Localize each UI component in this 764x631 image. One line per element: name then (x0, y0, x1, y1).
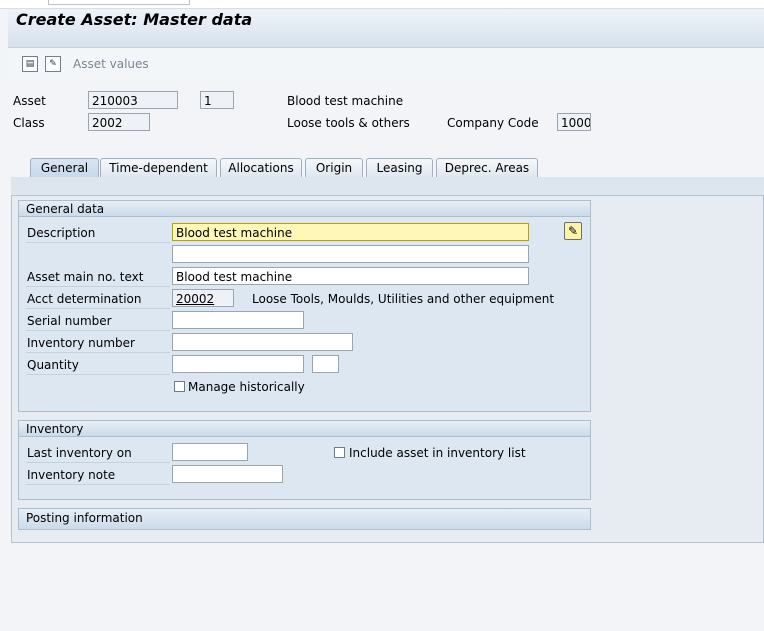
inventory-number-label: Inventory number (27, 336, 135, 350)
asset-main-text-label: Asset main no. text (27, 270, 144, 284)
serial-number-field[interactable] (172, 311, 304, 329)
tab-general[interactable]: General (30, 158, 99, 178)
row-divider (26, 330, 170, 331)
row-divider (26, 462, 170, 463)
asset-subnumber-field[interactable]: 1 (200, 91, 234, 109)
class-label: Class (13, 116, 45, 130)
class-field[interactable]: 2002 (88, 113, 150, 131)
acct-determination-field[interactable]: 20002 (172, 289, 234, 307)
asset-label: Asset (13, 94, 46, 108)
page-title: Create Asset: Master data (16, 10, 253, 29)
inventory-note-field[interactable] (172, 465, 283, 483)
last-inventory-label: Last inventory on (27, 446, 132, 460)
tab-panel-header (11, 177, 764, 196)
posting-information-title: Posting information (19, 509, 590, 529)
command-field[interactable] (48, 0, 190, 5)
inventory-note-label: Inventory note (27, 468, 116, 482)
acct-determination-label: Acct determination (27, 292, 142, 306)
asset-number-field[interactable]: 210003 (88, 91, 178, 109)
tab-allocations[interactable]: Allocations (220, 158, 302, 178)
row-divider (26, 308, 170, 309)
asset-values-button[interactable]: Asset values (73, 57, 149, 71)
asset-description-text: Blood test machine (287, 94, 404, 108)
inventory-title: Inventory (19, 421, 590, 437)
tab-leasing[interactable]: Leasing (366, 158, 433, 178)
row-divider (26, 374, 170, 375)
row-divider (26, 484, 170, 485)
class-description-text: Loose tools & others (287, 116, 410, 130)
edit-text-icon[interactable]: ✎ (564, 222, 582, 240)
asset-main-text-field[interactable]: Blood test machine (172, 267, 529, 285)
company-code-field[interactable]: 1000 (557, 113, 591, 131)
row-divider (26, 242, 170, 243)
inventory-group: Inventory (18, 420, 591, 500)
include-asset-label: Include asset in inventory list (349, 446, 526, 460)
row-divider (26, 352, 170, 353)
posting-information-group: Posting information (18, 508, 591, 530)
document-new-icon[interactable]: ✎ (45, 56, 61, 72)
document-icon[interactable]: ▤ (22, 56, 38, 72)
serial-number-label: Serial number (27, 314, 112, 328)
tab-deprec-areas[interactable]: Deprec. Areas (436, 158, 538, 178)
company-code-label: Company Code (447, 116, 539, 130)
quantity-field[interactable] (172, 355, 304, 373)
empty-area (8, 545, 764, 631)
inventory-number-field[interactable] (172, 333, 353, 351)
acct-determination-text: Loose Tools, Moulds, Utilities and other… (252, 292, 555, 306)
description-label: Description (27, 226, 96, 240)
row-divider (26, 286, 170, 287)
general-data-title: General data (19, 201, 590, 217)
description-line2-field[interactable] (172, 245, 529, 263)
quantity-label: Quantity (27, 358, 79, 372)
tab-time-dependent[interactable]: Time-dependent (100, 158, 217, 178)
last-inventory-field[interactable] (172, 443, 248, 461)
tab-origin[interactable]: Origin (305, 158, 363, 178)
include-asset-checkbox[interactable] (334, 447, 345, 458)
description-field[interactable]: Blood test machine (172, 223, 529, 241)
quantity-unit-field[interactable] (312, 355, 339, 373)
manage-historically-checkbox[interactable] (174, 381, 185, 392)
manage-historically-label: Manage historically (188, 380, 305, 394)
